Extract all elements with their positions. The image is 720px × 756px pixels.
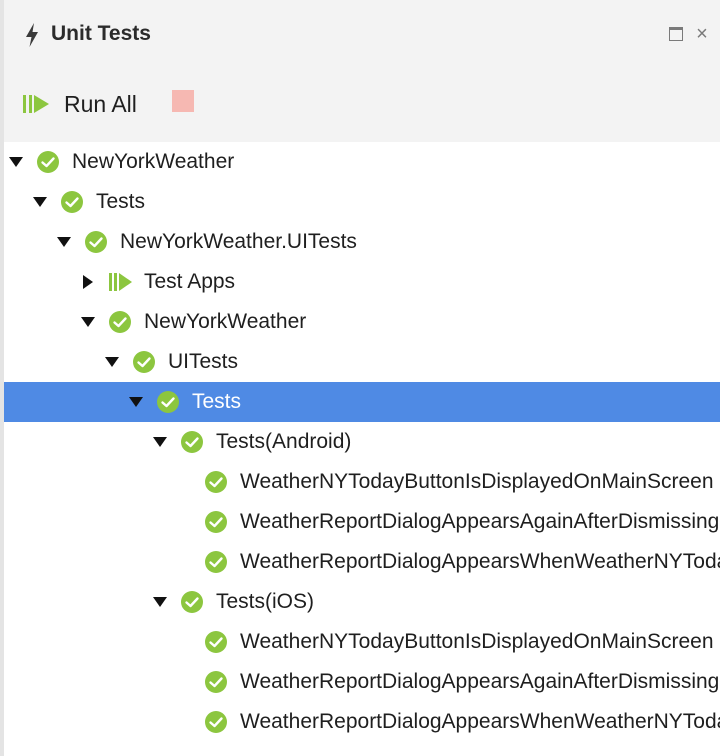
tree-row[interactable]: WeatherReportDialogAppearsAgainAfterDism… [4, 662, 720, 702]
caret-down-icon[interactable] [56, 234, 72, 250]
caret-down-icon[interactable] [8, 154, 24, 170]
maximize-icon[interactable] [669, 27, 683, 41]
tree-node-label: NewYorkWeather.UITests [120, 230, 357, 253]
passed-check-icon [205, 471, 227, 493]
panel-toolbar: Run All [4, 68, 720, 142]
tree-node-label: NewYorkWeather [72, 150, 235, 173]
tree-node-label: Test Apps [144, 270, 236, 293]
tree-node-label: WeatherReportDialogAppearsWhenWeatherNYT… [240, 550, 720, 573]
tree-node-label: WeatherReportDialogAppearsWhenWeatherNYT… [240, 710, 720, 733]
tree-node-label: Tests(Android) [216, 430, 352, 453]
panel-header: Unit Tests × Run All [4, 0, 720, 142]
tree-row[interactable]: WeatherReportDialogAppearsWhenWeatherNYT… [4, 702, 720, 742]
close-icon[interactable]: × [694, 23, 710, 45]
lightning-icon [26, 23, 38, 47]
tree-row[interactable]: NewYorkWeather.UITests [4, 222, 720, 262]
panel-title: Unit Tests [51, 22, 151, 45]
caret-down-icon[interactable] [32, 194, 48, 210]
passed-check-icon [109, 311, 131, 333]
caret-down-icon[interactable] [128, 394, 144, 410]
tree-row[interactable]: Tests [4, 382, 720, 422]
tree-node-label: Tests [96, 190, 146, 213]
passed-check-icon [205, 711, 227, 733]
tree-node-label: WeatherReportDialogAppearsAgainAfterDism… [240, 670, 720, 693]
tree-row[interactable]: WeatherNYTodayButtonIsDisplayedOnMainScr… [4, 462, 720, 502]
passed-check-icon [205, 511, 227, 533]
tree-row[interactable]: WeatherReportDialogAppearsAgainAfterDism… [4, 502, 720, 542]
tree-node-label: WeatherReportDialogAppearsAgainAfterDism… [240, 510, 720, 533]
tree-row[interactable]: NewYorkWeather [4, 302, 720, 342]
tree-row[interactable]: Tests(Android) [4, 422, 720, 462]
passed-check-icon [37, 151, 59, 173]
caret-down-icon[interactable] [152, 434, 168, 450]
passed-check-icon [85, 231, 107, 253]
passed-check-icon [181, 431, 203, 453]
tree-node-label: WeatherNYTodayButtonIsDisplayedOnMainScr… [240, 630, 714, 653]
tree-row[interactable]: UITests [4, 342, 720, 382]
passed-check-icon [205, 631, 227, 653]
passed-check-icon [205, 551, 227, 573]
run-apps-icon [109, 273, 132, 291]
test-tree: NewYorkWeather Tests NewYorkWeather.UITest… [4, 142, 720, 756]
caret-down-icon[interactable] [104, 354, 120, 370]
passed-check-icon [133, 351, 155, 373]
passed-check-icon [61, 191, 83, 213]
panel-titlebar: Unit Tests × [4, 0, 720, 68]
tree-row[interactable]: Tests(iOS) [4, 582, 720, 622]
stop-button[interactable] [172, 90, 194, 112]
tree-row[interactable]: WeatherNYTodayButtonIsDisplayedOnMainScr… [4, 622, 720, 662]
tree-node-label: WeatherNYTodayButtonIsDisplayedOnMainScr… [240, 470, 714, 493]
tree-row[interactable]: Test Apps [4, 262, 720, 302]
tree-row[interactable]: NewYorkWeather [4, 142, 720, 182]
tree-node-label: NewYorkWeather [144, 310, 307, 333]
passed-check-icon [157, 391, 179, 413]
passed-check-icon [181, 591, 203, 613]
tree-node-label: Tests [192, 390, 242, 413]
run-all-icon [23, 95, 49, 113]
tree-node-label: UITests [168, 350, 239, 373]
passed-check-icon [205, 671, 227, 693]
tree-row[interactable]: Tests [4, 182, 720, 222]
tree-row[interactable]: WeatherReportDialogAppearsWhenWeatherNYT… [4, 542, 720, 582]
run-all-label: Run All [64, 91, 137, 117]
caret-down-icon[interactable] [152, 594, 168, 610]
unit-tests-panel: Unit Tests × Run All NewYorkWeather Tests… [0, 0, 720, 756]
caret-down-icon[interactable] [80, 314, 96, 330]
run-all-button[interactable]: Run All [22, 88, 137, 120]
caret-right-icon[interactable] [80, 274, 96, 290]
tree-node-label: Tests(iOS) [216, 590, 315, 613]
